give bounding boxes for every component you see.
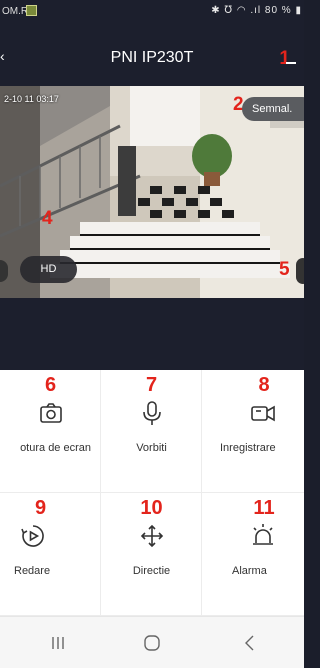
alarm-siren-icon	[253, 524, 273, 545]
video-timestamp: 2-10 11 03:17	[4, 94, 59, 104]
notification-thumbnail-icon	[26, 5, 37, 16]
marker-5: 5	[279, 259, 290, 280]
camera-icon	[40, 403, 62, 423]
alarm-label: Alarma	[232, 565, 267, 577]
share-icon[interactable]	[286, 62, 296, 64]
marker-6: 6	[44, 374, 57, 396]
signal-button[interactable]: Semnal.	[242, 97, 304, 121]
status-icons: ✱ ℧ ◠ .ıl 80 % ▮	[211, 5, 302, 16]
marker-4: 4	[42, 208, 53, 229]
direction-label: Directie	[132, 565, 171, 577]
signal-icon: .ıl	[250, 5, 262, 16]
screenshot-action[interactable]: 6 otura de ecran	[0, 370, 101, 493]
page-title: PNI IP230T	[110, 49, 194, 66]
hd-button[interactable]: HD	[20, 256, 77, 283]
battery-percent: 80 %	[264, 5, 292, 16]
bluetooth-icon: ✱	[211, 5, 221, 16]
wifi-icon: ◠	[236, 5, 247, 16]
playback-icon	[21, 525, 44, 547]
talk-action[interactable]: 7 Vorbiti	[101, 370, 202, 493]
status-bar: OM.RO ✱ ℧ ◠ .ıl 80 % ▮	[0, 0, 304, 24]
alarm-action[interactable]: 11 Alarma	[202, 493, 304, 616]
playback-label: Redare	[14, 565, 51, 577]
marker-8: 8	[258, 374, 270, 396]
record-action[interactable]: 8 Inregistrare	[202, 370, 304, 493]
battery-icon: ▮	[295, 5, 302, 16]
record-label: Inregistrare	[220, 442, 276, 454]
marker-1: 1	[279, 48, 290, 69]
screenshot-label: otura de ecran	[20, 442, 91, 454]
playback-action[interactable]: 9 Redare	[0, 493, 101, 616]
marker-10: 10	[140, 497, 163, 519]
microphone-icon	[143, 401, 161, 425]
talk-label: Vorbiti	[136, 442, 167, 454]
marker-9: 9	[34, 497, 47, 519]
control-strip	[0, 298, 304, 370]
home-icon[interactable]	[142, 633, 162, 653]
marker-11: 11	[253, 497, 275, 519]
title-bar: ‹ PNI IP230T 1	[0, 24, 304, 86]
action-grid: 6 otura de ecran 7 Vorbiti 8 Inregistrar…	[0, 370, 304, 616]
move-arrows-icon	[140, 524, 164, 548]
fullscreen-button[interactable]	[296, 258, 304, 284]
marker-7: 7	[145, 374, 158, 396]
nfc-icon: ℧	[224, 5, 234, 16]
back-icon[interactable]	[240, 633, 260, 653]
direction-action[interactable]: 10 Directie	[101, 493, 202, 616]
video-camera-icon	[251, 405, 275, 422]
recent-apps-icon[interactable]	[48, 633, 68, 653]
video-feed[interactable]: 2-10 11 03:17 2 Semnal. 4 HD 5	[0, 86, 304, 298]
system-nav-bar	[0, 616, 304, 668]
